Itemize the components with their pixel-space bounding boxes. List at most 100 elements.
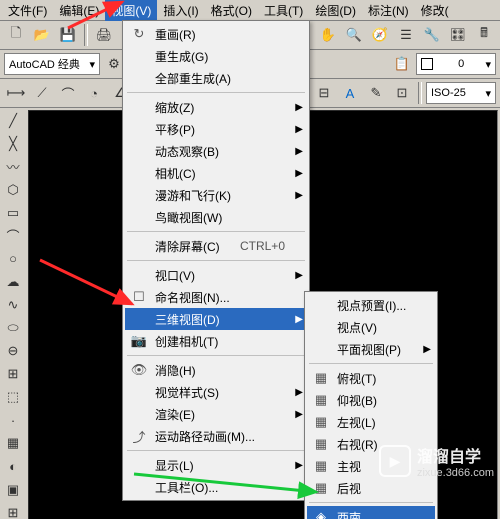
menu-item-icon (129, 478, 149, 496)
pan-icon[interactable]: ✋ (316, 23, 340, 47)
line-icon[interactable]: ╱ (1, 110, 25, 131)
region-icon[interactable]: ▣ (1, 479, 25, 500)
dim-arc-icon[interactable]: ⌒ (56, 81, 80, 105)
view-menu-item[interactable]: ☐命名视图(N)... (125, 286, 307, 308)
workspace-select[interactable]: AutoCAD 经典 ▾ (4, 53, 100, 75)
open-icon[interactable]: 📂 (30, 23, 54, 47)
circle-icon[interactable]: ○ (1, 248, 25, 269)
view-3d-item[interactable]: 平面视图(P)▶ (307, 338, 435, 360)
view-3d-item[interactable]: 视点(V) (307, 316, 435, 338)
submenu-arrow-icon: ▶ (295, 387, 303, 398)
menu-view[interactable]: 视图(V) (105, 0, 157, 21)
menu-item-icon (311, 318, 331, 336)
view-menu-item[interactable]: 📷创建相机(T) (125, 330, 307, 352)
menu-item-label: 仰视(B) (337, 392, 377, 409)
view-menu-item[interactable]: 视觉样式(S) ▶ (125, 381, 307, 403)
ellipse-arc-icon[interactable]: ⊖ (1, 341, 25, 362)
view-menu-item[interactable]: 全部重生成(A) (125, 67, 307, 89)
play-icon: ▶ (379, 445, 411, 477)
ellipse-icon[interactable]: ⬭ (1, 318, 25, 339)
dim-linear-icon[interactable]: ⟼ (4, 81, 28, 105)
view-menu-item[interactable]: 渲染(E)▶ (125, 403, 307, 425)
menu-file[interactable]: 文件(F) (2, 0, 53, 21)
view-menu-item[interactable]: 显示(L)▶ (125, 454, 307, 476)
view-menu-item[interactable]: 视口(V)▶ (125, 264, 307, 286)
view-menu-item[interactable]: 工具栏(O)... (125, 476, 307, 498)
menu-format[interactable]: 格式(O) (205, 0, 258, 21)
gradient-icon[interactable]: ◐ (1, 456, 25, 477)
menu-item-shortcut: CTRL+0 (240, 239, 285, 253)
dim-override-icon[interactable]: ⊡ (390, 81, 414, 105)
arc-icon[interactable]: ⌒ (1, 225, 25, 246)
view-3d-item[interactable]: ▦后视 (307, 477, 435, 499)
dim-aligned-icon[interactable]: ⟋ (30, 81, 54, 105)
view-menu-item[interactable]: 👁消隐(H) (125, 359, 307, 381)
orbit-icon[interactable]: 🧭 (368, 23, 392, 47)
view-menu-item[interactable]: 相机(C)▶ (125, 162, 307, 184)
dim-style-icon[interactable]: A (338, 81, 362, 105)
save-icon[interactable]: 💾 (56, 23, 80, 47)
dim-continue-icon[interactable]: ⊟ (312, 81, 336, 105)
menu-dimension[interactable]: 标注(N) (362, 0, 415, 21)
dim-radius-icon[interactable]: ◔ (82, 81, 106, 105)
spline-icon[interactable]: ∿ (1, 295, 25, 316)
menu-bar: 文件(F) 编辑(E) 视图(V) 插入(I) 格式(O) 工具(T) 绘图(D… (0, 0, 500, 21)
dropdown-icon: ▾ (485, 58, 491, 71)
menu-item-label: 视觉样式(S) (155, 384, 219, 401)
pline-icon[interactable]: 〰 (1, 156, 25, 177)
print-icon[interactable]: 🖨 (92, 23, 116, 47)
view-3d-item[interactable]: ▦左视(L) (307, 411, 435, 433)
xline-icon[interactable]: ╳ (1, 133, 25, 154)
menu-item-label: 渲染(E) (155, 406, 195, 423)
view-menu-item[interactable]: ↻重画(R) (125, 23, 307, 45)
zoom-icon[interactable]: 🔍 (342, 23, 366, 47)
view-menu-item[interactable]: 重生成(G) (125, 45, 307, 67)
hatch-icon[interactable]: ▦ (1, 433, 25, 454)
view-menu-item[interactable]: 漫游和飞行(K)▶ (125, 184, 307, 206)
view-menu-dropdown: ↻重画(R) 重生成(G) 全部重生成(A) 缩放(Z)▶平移(P)▶动态观察(B)▶… (122, 20, 310, 501)
layer-manager-icon[interactable]: 📋 (390, 52, 414, 76)
calc-icon[interactable]: 🖩 (472, 23, 496, 47)
view-menu-item[interactable]: 三维视图(D)▶ (125, 308, 307, 330)
revcloud-icon[interactable]: ☁ (1, 271, 25, 292)
menu-tools[interactable]: 工具(T) (258, 0, 309, 21)
menu-item-icon: ▦ (311, 479, 331, 497)
view-3d-item[interactable]: 视点预置(I)... (307, 294, 435, 316)
dim-update-icon[interactable]: ✎ (364, 81, 388, 105)
menu-item-label: 重生成(G) (155, 48, 208, 65)
palette-icon[interactable]: 🎛 (446, 23, 470, 47)
menu-item-icon: ▦ (311, 435, 331, 453)
rectangle-icon[interactable]: ▭ (1, 202, 25, 223)
draw-toolbar: ╱ ╳ 〰 ⬡ ▭ ⌒ ○ ☁ ∿ ⬭ ⊖ ⊞ ⬚ · ▦ ◐ ▣ ⊞ (0, 108, 26, 519)
view-menu-item[interactable]: 鸟瞰视图(W) (125, 206, 307, 228)
menu-item-label: 显示(L) (155, 457, 194, 474)
insert-block-icon[interactable]: ⊞ (1, 364, 25, 385)
dimstyle-select[interactable]: ISO-25 ▾ (426, 82, 496, 104)
submenu-arrow-icon: ▶ (295, 168, 303, 179)
view-3d-item[interactable]: ▦俯视(T) (307, 367, 435, 389)
menu-item-label: 主视 (337, 458, 361, 475)
view-menu-item[interactable]: 平移(P)▶ (125, 118, 307, 140)
menu-item-label: 视点预置(I)... (337, 297, 406, 314)
view-3d-item[interactable]: ◈西南 (307, 506, 435, 519)
view-menu-item[interactable]: 清除屏幕(C)CTRL+0 (125, 235, 307, 257)
menu-item-label: 创建相机(T) (155, 333, 218, 350)
view-menu-item[interactable]: 动态观察(B)▶ (125, 140, 307, 162)
properties-icon[interactable]: ☰ (394, 23, 418, 47)
view-menu-item[interactable]: ⤴运动路径动画(M)... (125, 425, 307, 447)
make-block-icon[interactable]: ⬚ (1, 387, 25, 408)
table-icon[interactable]: ⊞ (1, 502, 25, 519)
submenu-arrow-icon: ▶ (295, 270, 303, 281)
view-menu-item[interactable]: 缩放(Z)▶ (125, 96, 307, 118)
dimstyle-value: ISO-25 (431, 87, 466, 99)
design-center-icon[interactable]: 🔧 (420, 23, 444, 47)
polygon-icon[interactable]: ⬡ (1, 179, 25, 200)
menu-edit[interactable]: 编辑(E) (53, 0, 105, 21)
menu-modify[interactable]: 修改( (415, 0, 455, 21)
menu-draw[interactable]: 绘图(D) (309, 0, 362, 21)
point-icon[interactable]: · (1, 410, 25, 431)
new-icon[interactable]: 🗋 (4, 23, 28, 47)
menu-insert[interactable]: 插入(I) (157, 0, 204, 21)
view-3d-item[interactable]: ▦仰视(B) (307, 389, 435, 411)
layer-select[interactable]: 0 ▾ (416, 53, 496, 75)
